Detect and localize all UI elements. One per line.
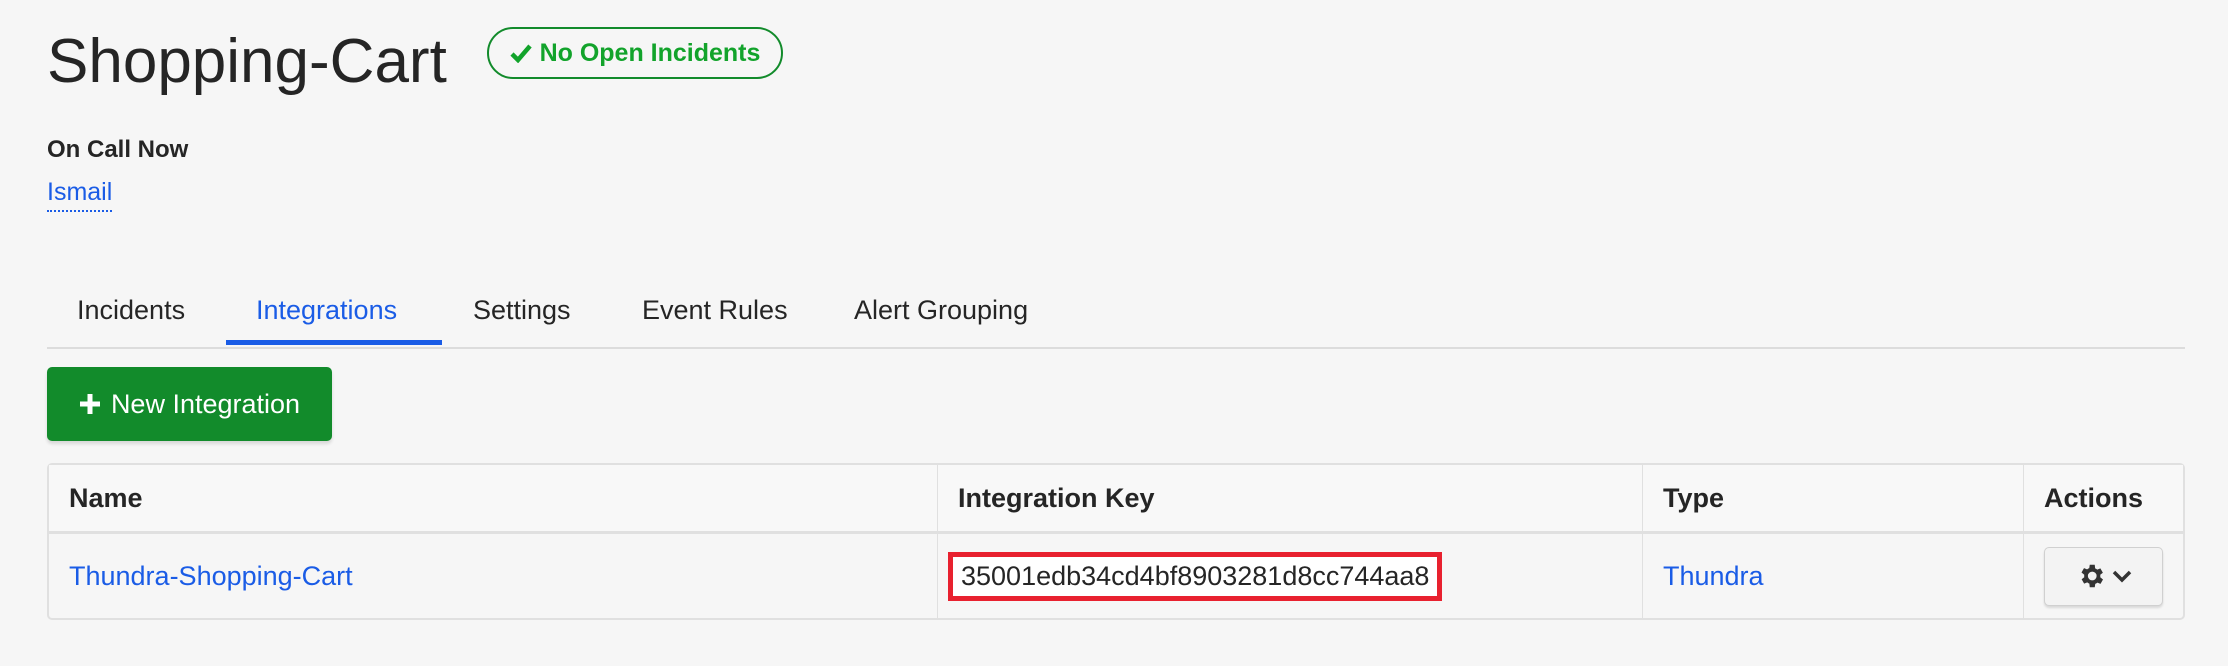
tab-integrations[interactable]: Integrations: [226, 290, 442, 345]
check-icon: [509, 44, 532, 63]
column-header-name: Name: [49, 465, 938, 531]
tab-alert-grouping[interactable]: Alert Grouping: [824, 290, 1058, 345]
tab-settings[interactable]: Settings: [443, 290, 601, 345]
new-integration-label: New Integration: [110, 388, 301, 419]
tab-bar: Incidents Integrations Settings Event Ru…: [47, 290, 2185, 349]
status-badge-label: No Open Incidents: [539, 38, 761, 67]
chevron-down-icon: [2112, 570, 2131, 583]
page-title: Shopping-Cart: [47, 27, 447, 96]
on-call-label: On Call Now: [47, 136, 189, 163]
column-header-integration-key: Integration Key: [938, 465, 1643, 531]
on-call-user-link[interactable]: Ismail: [47, 178, 113, 212]
table-row: Thundra-Shopping-Cart 35001edb34cd4bf890…: [49, 534, 2183, 618]
gear-icon: [2081, 564, 2103, 588]
table-header: Name Integration Key Type Actions: [49, 465, 2183, 534]
status-badge: No Open Incidents: [487, 27, 783, 79]
new-integration-button[interactable]: New Integration: [47, 367, 332, 441]
actions-dropdown-button[interactable]: [2044, 546, 2163, 606]
integration-name-link[interactable]: Thundra-Shopping-Cart: [69, 561, 353, 592]
integration-type-link[interactable]: Thundra: [1663, 561, 1764, 592]
plus-icon: [79, 394, 100, 414]
integrations-table: Name Integration Key Type Actions Thundr…: [47, 463, 2185, 620]
tab-event-rules[interactable]: Event Rules: [612, 290, 818, 345]
tab-incidents[interactable]: Incidents: [47, 290, 215, 345]
column-header-type: Type: [1643, 465, 2024, 531]
integration-key: 35001edb34cd4bf8903281d8cc744aa8: [948, 551, 1443, 601]
column-header-actions: Actions: [2044, 482, 2144, 513]
